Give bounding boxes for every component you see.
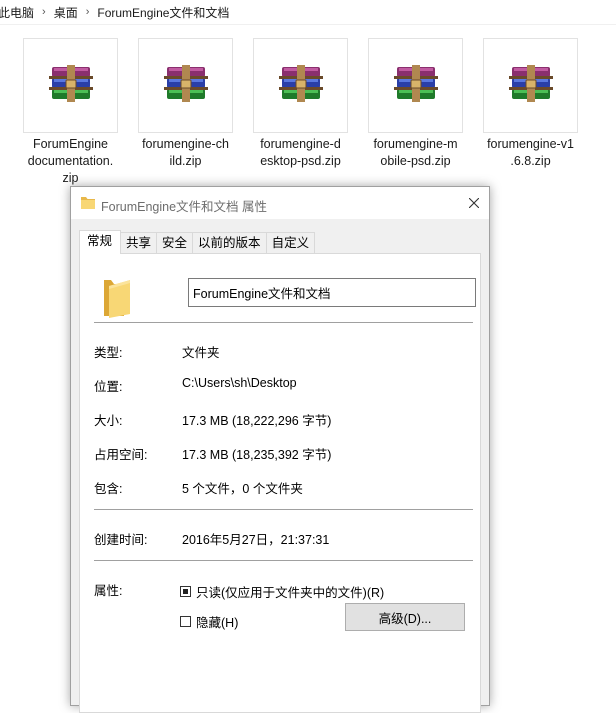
tab-security[interactable]: 安全	[156, 232, 194, 253]
hidden-label: 隐藏(H)	[196, 616, 239, 630]
general-tab-panel: 类型: 文件夹 位置: C:\Users\sh\Desktop 大小: 17.3…	[79, 253, 481, 713]
file-name-line: forumengine-v1	[487, 137, 574, 151]
file-name[interactable]: forumengine-ch ild.zip	[134, 136, 238, 170]
type-label: 类型:	[94, 346, 123, 360]
size-label: 大小:	[94, 414, 123, 428]
file-name-line: obile-psd.zip	[380, 154, 451, 168]
properties-dialog: ForumEngine文件和文档 属性 常规 共享 安全 以前的版本 自定义 类…	[70, 186, 490, 713]
file-name[interactable]: forumengine-m obile-psd.zip	[364, 136, 468, 170]
chevron-right-icon[interactable]: ›	[37, 6, 51, 18]
disk-size-label: 占用空间:	[94, 448, 148, 462]
chevron-right-icon[interactable]: ›	[81, 6, 95, 18]
advanced-button[interactable]: 高级(D)...	[345, 603, 465, 631]
tab-sharing[interactable]: 共享	[120, 232, 158, 253]
file-name[interactable]: forumengine-d esktop-psd.zip	[249, 136, 353, 170]
readonly-checkbox-row[interactable]: 只读(仅应用于文件夹中的文件)(R)	[180, 582, 384, 601]
divider	[94, 560, 473, 561]
breadcrumb-desktop[interactable]: 桌面	[51, 4, 81, 21]
file-name[interactable]: ForumEngine documentation. zip	[19, 136, 123, 187]
folder-icon	[100, 274, 130, 321]
contains-value: 5 个文件，0 个文件夹	[182, 482, 303, 496]
divider	[94, 509, 473, 510]
type-value: 文件夹	[182, 346, 220, 360]
divider	[94, 322, 473, 323]
file-icon-frame[interactable]	[483, 38, 578, 133]
file-icon-frame[interactable]	[138, 38, 233, 133]
readonly-label: 只读(仅应用于文件夹中的文件)(R)	[196, 586, 385, 600]
location-label: 位置:	[94, 380, 123, 394]
attributes-label: 属性:	[94, 584, 123, 598]
winrar-archive-icon	[48, 65, 94, 106]
close-icon	[469, 198, 479, 208]
breadcrumb-current-folder[interactable]: ForumEngine文件和文档	[94, 4, 232, 21]
file-name-line: forumengine-ch	[142, 137, 229, 151]
file-name-line: ForumEngine	[32, 137, 109, 151]
file-item[interactable]: forumengine-m obile-psd.zip	[367, 38, 464, 170]
folder-name-field[interactable]	[188, 278, 476, 307]
winrar-archive-icon	[508, 65, 554, 106]
folder-icon	[81, 196, 95, 212]
file-name[interactable]: forumengine-v1 .6.8.zip	[479, 136, 583, 170]
contains-label: 包含:	[94, 482, 123, 496]
file-name-line: documentation.	[27, 154, 114, 168]
winrar-archive-icon	[163, 65, 209, 106]
hidden-checkbox[interactable]	[180, 616, 191, 627]
winrar-archive-icon	[278, 65, 324, 106]
file-item[interactable]: ForumEngine documentation. zip	[22, 38, 119, 187]
winrar-archive-icon	[393, 65, 439, 106]
size-value: 17.3 MB (18,222,296 字节)	[182, 414, 332, 428]
tab-customize[interactable]: 自定义	[265, 232, 316, 253]
file-item[interactable]: forumengine-ch ild.zip	[137, 38, 234, 170]
file-icon-frame[interactable]	[23, 38, 118, 133]
file-name-line: ild.zip	[169, 154, 202, 168]
breadcrumb-this-pc[interactable]: 此电脑	[0, 4, 37, 21]
tab-bar: 常规 共享 安全 以前的版本 自定义	[79, 230, 316, 254]
hidden-checkbox-row[interactable]: 隐藏(H)	[180, 612, 238, 631]
file-name-line: forumengine-d	[260, 137, 341, 151]
created-value: 2016年5月27日，21:37:31	[182, 533, 330, 547]
location-value: C:\Users\sh\Desktop	[182, 376, 297, 390]
dialog-title: ForumEngine文件和文档 属性	[101, 200, 268, 214]
file-name-line: forumengine-m	[373, 137, 458, 151]
disk-size-value: 17.3 MB (18,235,392 字节)	[182, 448, 332, 462]
close-button[interactable]	[459, 187, 489, 219]
file-name-line: .6.8.zip	[510, 154, 551, 168]
created-label: 创建时间:	[94, 533, 148, 547]
file-icon-frame[interactable]	[253, 38, 348, 133]
file-name-line: zip	[62, 171, 79, 185]
tab-previous-versions[interactable]: 以前的版本	[192, 232, 267, 253]
tab-general[interactable]: 常规	[79, 230, 122, 254]
file-item[interactable]: forumengine-v1 .6.8.zip	[482, 38, 579, 170]
file-icon-frame[interactable]	[368, 38, 463, 133]
dialog-titlebar[interactable]: ForumEngine文件和文档 属性	[71, 187, 489, 219]
file-item[interactable]: forumengine-d esktop-psd.zip	[252, 38, 349, 170]
readonly-checkbox[interactable]	[180, 586, 191, 597]
breadcrumb: 此电脑 › 桌面 › ForumEngine文件和文档	[0, 0, 616, 25]
file-name-line: esktop-psd.zip	[260, 154, 341, 168]
